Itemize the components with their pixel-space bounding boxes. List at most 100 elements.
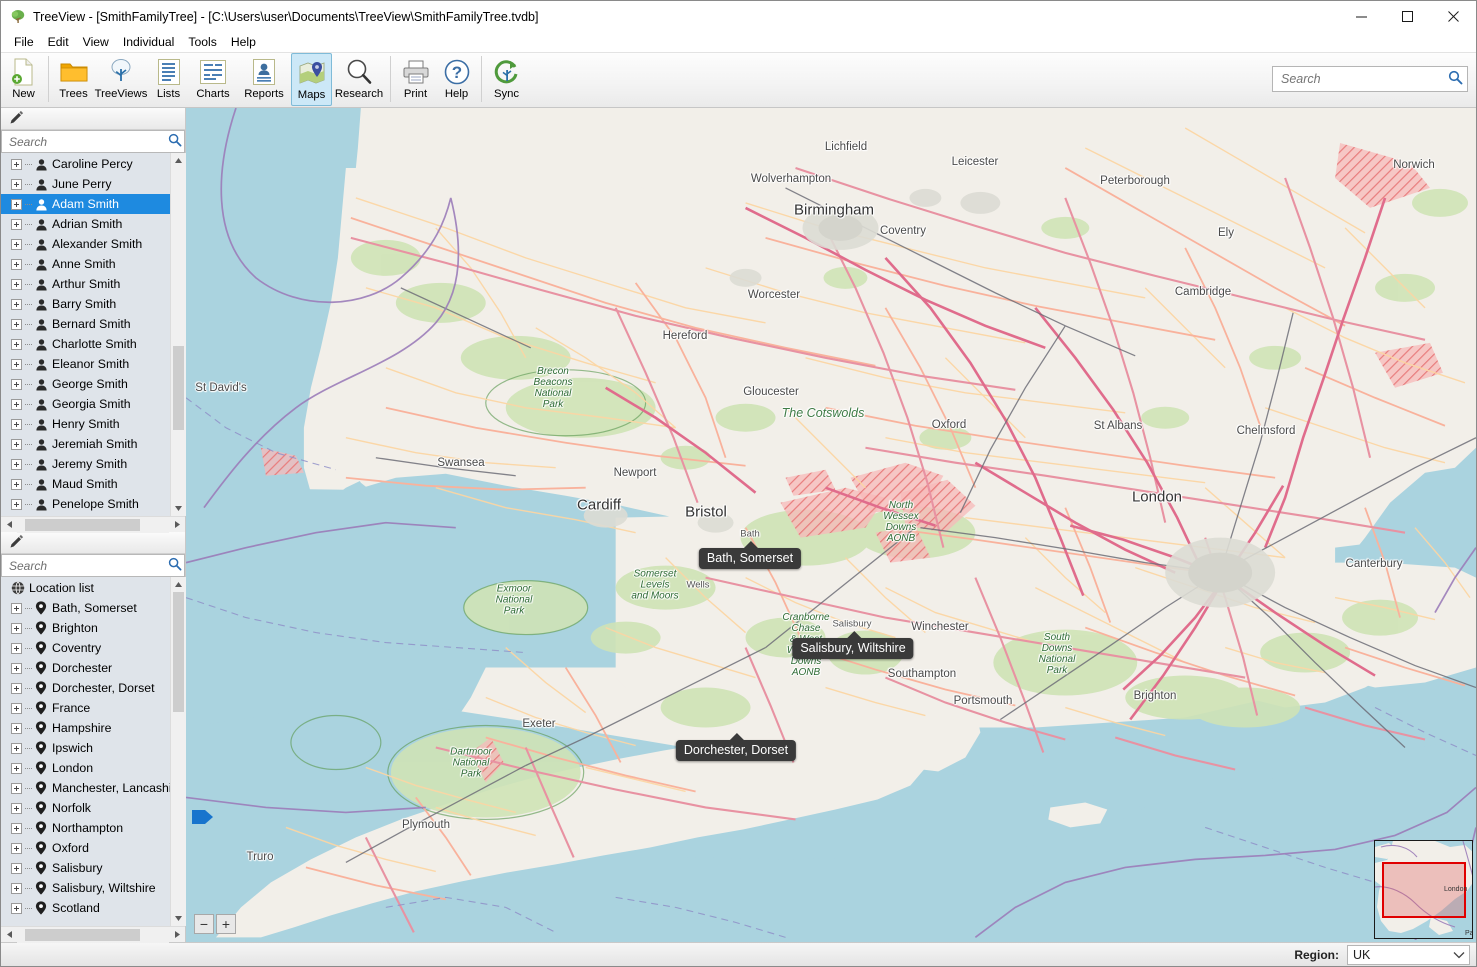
expander-icon[interactable] <box>11 178 22 190</box>
toolbar-button-charts[interactable]: Charts <box>189 53 237 106</box>
toolbar-button-new[interactable]: New <box>3 53 44 106</box>
scroll-right-icon[interactable] <box>169 517 185 533</box>
expander-icon[interactable] <box>11 622 22 634</box>
toolbar-button-trees[interactable]: Trees <box>53 53 94 106</box>
chevron-down-icon[interactable] <box>1453 948 1465 962</box>
person-tree-row[interactable]: Charlotte Smith <box>1 334 170 354</box>
expander-icon[interactable] <box>11 298 22 310</box>
location-scroll-thumb[interactable] <box>172 592 184 712</box>
location-tree-row[interactable]: Hampshire <box>1 718 170 738</box>
location-tree-row[interactable]: Salisbury, Wiltshire <box>1 878 170 898</box>
expander-icon[interactable] <box>11 702 22 714</box>
scroll-down-icon[interactable] <box>170 501 186 516</box>
menu-view[interactable]: View <box>76 33 116 51</box>
expander-icon[interactable] <box>11 278 22 290</box>
location-search-input[interactable] <box>7 557 168 574</box>
map-view[interactable]: Birmingham London Cardiff Bristol Wolverhamp… <box>186 108 1476 942</box>
location-horizontal-scrollbar[interactable] <box>1 926 185 943</box>
person-tree-row[interactable]: Georgia Smith <box>1 394 170 414</box>
expander-icon[interactable] <box>11 358 22 370</box>
people-vertical-scrollbar[interactable] <box>170 153 186 516</box>
person-tree-row[interactable]: Anne Smith <box>1 254 170 274</box>
person-tree-row[interactable]: George Smith <box>1 374 170 394</box>
toolbar-button-treeviews[interactable]: TreeViews <box>94 53 148 106</box>
location-tree-row[interactable]: Norfolk <box>1 798 170 818</box>
minimap[interactable]: London Par <box>1374 840 1473 939</box>
expander-icon[interactable] <box>11 642 22 654</box>
expander-icon[interactable] <box>11 762 22 774</box>
expander-icon[interactable] <box>11 438 22 450</box>
location-tree-row[interactable]: Dorchester <box>1 658 170 678</box>
people-scroll-thumb[interactable] <box>172 346 184 430</box>
pencil-icon[interactable] <box>9 534 24 552</box>
search-icon[interactable] <box>1448 70 1463 88</box>
expander-icon[interactable] <box>11 198 22 210</box>
location-tree-row[interactable]: London <box>1 758 170 778</box>
expander-icon[interactable] <box>11 802 22 814</box>
expander-icon[interactable] <box>11 398 22 410</box>
scroll-up-icon[interactable] <box>170 577 186 592</box>
person-tree-row[interactable]: Barry Smith <box>1 294 170 314</box>
search-icon[interactable] <box>168 557 182 574</box>
people-search-input[interactable] <box>7 133 168 150</box>
location-vertical-scrollbar[interactable] <box>170 577 186 926</box>
scroll-right-icon[interactable] <box>169 927 185 943</box>
map-pin-label[interactable]: Bath, Somerset <box>698 541 802 569</box>
location-tree-row[interactable]: Oxford <box>1 838 170 858</box>
location-tree-row[interactable]: Bath, Somerset <box>1 598 170 618</box>
menu-tools[interactable]: Tools <box>181 33 223 51</box>
menu-individual[interactable]: Individual <box>116 33 182 51</box>
toolbar-button-print[interactable]: Print <box>395 53 436 106</box>
location-tree-row[interactable]: Manchester, Lancashi <box>1 778 170 798</box>
menu-file[interactable]: File <box>7 33 41 51</box>
expander-icon[interactable] <box>11 722 22 734</box>
toolbar-button-maps[interactable]: Maps <box>291 53 332 106</box>
location-tree-row[interactable]: Salisbury <box>1 858 170 878</box>
toolbar-button-sync[interactable]: Sync <box>486 53 527 106</box>
zoom-in-button[interactable]: + <box>216 914 236 934</box>
location-tree-row[interactable]: Ipswich <box>1 738 170 758</box>
pan-right-arrow-icon[interactable] <box>192 808 214 829</box>
toolbar-button-lists[interactable]: Lists <box>148 53 189 106</box>
expander-icon[interactable] <box>11 158 22 170</box>
location-tree-root[interactable]: Location list <box>1 578 170 598</box>
person-tree-row[interactable]: June Perry <box>1 174 170 194</box>
location-tree-row[interactable]: Brighton <box>1 618 170 638</box>
expander-icon[interactable] <box>11 902 22 914</box>
person-tree-row[interactable]: Adrian Smith <box>1 214 170 234</box>
expander-icon[interactable] <box>11 238 22 250</box>
expander-icon[interactable] <box>11 742 22 754</box>
minimize-button[interactable] <box>1338 1 1384 32</box>
people-hscroll-track[interactable] <box>17 516 169 533</box>
toolbar-button-help[interactable]: ? Help <box>436 53 477 106</box>
location-scroll-track[interactable] <box>170 592 186 911</box>
person-tree-row[interactable]: Arthur Smith <box>1 274 170 294</box>
map-pin-label[interactable]: Salisbury, Wiltshire <box>792 631 914 659</box>
toolbar-button-reports[interactable]: Reports <box>237 53 291 106</box>
expander-icon[interactable] <box>11 822 22 834</box>
location-hscroll-track[interactable] <box>17 926 169 943</box>
scroll-up-icon[interactable] <box>170 153 186 168</box>
person-tree-row[interactable]: Henry Smith <box>1 414 170 434</box>
toolbar-search-box[interactable] <box>1272 66 1468 92</box>
person-tree-row[interactable]: Eleanor Smith <box>1 354 170 374</box>
location-search-box[interactable] <box>1 554 185 577</box>
expander-icon[interactable] <box>11 662 22 674</box>
toolbar-button-research[interactable]: Research <box>332 53 386 106</box>
location-tree-row[interactable]: France <box>1 698 170 718</box>
person-tree-row[interactable]: Jeremy Smith <box>1 454 170 474</box>
people-scroll-track[interactable] <box>170 168 186 501</box>
location-tree-row[interactable]: Coventry <box>1 638 170 658</box>
person-tree-row[interactable]: Maud Smith <box>1 474 170 494</box>
expander-icon[interactable] <box>11 862 22 874</box>
maximize-button[interactable] <box>1384 1 1430 32</box>
search-icon[interactable] <box>168 133 182 150</box>
person-tree-row[interactable]: Caroline Percy <box>1 154 170 174</box>
location-hscroll-thumb[interactable] <box>25 928 140 941</box>
location-tree-row[interactable]: Northampton <box>1 818 170 838</box>
menu-help[interactable]: Help <box>224 33 263 51</box>
expander-icon[interactable] <box>11 478 22 490</box>
person-tree-row[interactable]: Adam Smith <box>1 194 170 214</box>
expander-icon[interactable] <box>11 882 22 894</box>
zoom-out-button[interactable]: − <box>194 914 214 934</box>
